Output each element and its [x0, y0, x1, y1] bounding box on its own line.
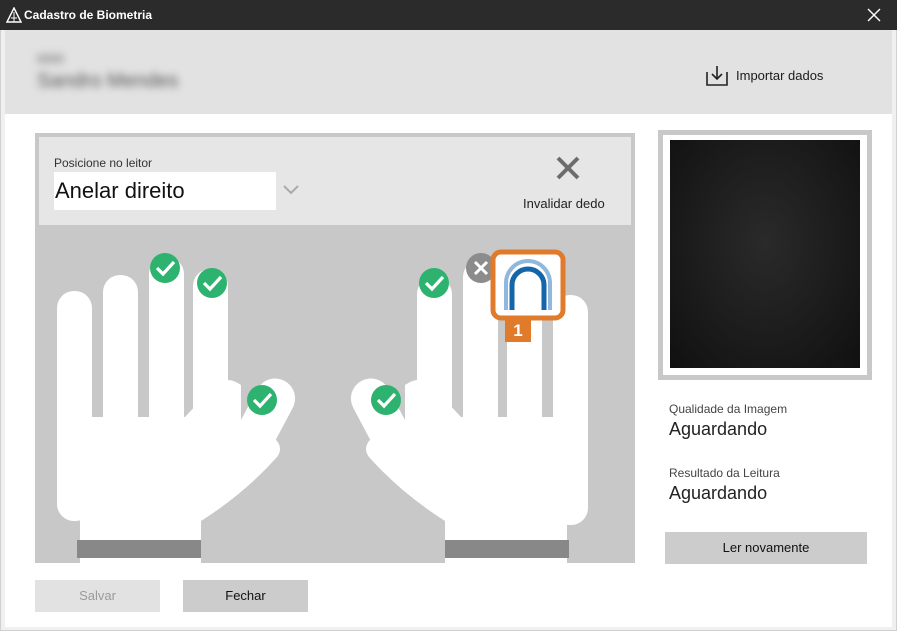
close-button[interactable]: Fechar	[183, 580, 308, 612]
reading-label: Resultado da Leitura	[669, 466, 780, 480]
quality-label: Qualidade da Imagem	[669, 402, 788, 416]
biometric-window: 0000 Sandro Mendes Importar dados Posici…	[0, 30, 897, 631]
invalidate-finger-button[interactable]: Invalidar dedo	[521, 155, 615, 211]
main-content: Posicione no leitor Anelar direito Inval…	[5, 114, 892, 627]
chevron-down-icon[interactable]	[282, 184, 300, 196]
window-title: Cadastro de Biometria	[24, 8, 153, 22]
finger-selection-bar: Posicione no leitor Anelar direito Inval…	[39, 137, 631, 225]
person-info: 0000 Sandro Mendes	[37, 52, 178, 93]
person-name: Sandro Mendes	[37, 70, 179, 92]
quality-value: Aguardando	[669, 419, 768, 439]
finger-select[interactable]: Anelar direito	[54, 172, 276, 210]
hands-panel: Posicione no leitor Anelar direito Inval…	[35, 133, 635, 563]
left-index-status-icon	[150, 253, 180, 283]
import-data-label: Importar dados	[736, 68, 824, 83]
left-middle-status-icon	[197, 268, 227, 298]
fingerprint-preview	[658, 130, 872, 380]
left-wrist-band	[77, 540, 201, 558]
close-window-button[interactable]	[851, 0, 897, 30]
fingerprint-image	[670, 140, 860, 368]
person-code: 0000	[37, 52, 64, 66]
position-caption: Posicione no leitor	[54, 156, 153, 170]
x-icon	[556, 156, 580, 180]
hands-illustration: 1	[57, 249, 588, 563]
app-logo-icon	[6, 7, 22, 23]
read-again-button[interactable]: Ler novamente	[665, 532, 867, 564]
import-icon	[706, 66, 728, 86]
reading-value: Aguardando	[669, 483, 768, 503]
left-thumb-status-icon	[247, 385, 277, 415]
right-thumb-status-icon	[371, 385, 401, 415]
close-icon	[867, 8, 881, 22]
right-ring-scanner-icon	[490, 249, 566, 342]
title-bar: Cadastro de Biometria	[0, 0, 897, 30]
person-header: 0000 Sandro Mendes Importar dados	[5, 30, 892, 114]
finger-select-value: Anelar direito	[55, 178, 185, 203]
invalidate-finger-label: Invalidar dedo	[523, 196, 605, 211]
save-button[interactable]: Salvar	[35, 580, 160, 612]
right-wrist-band	[445, 540, 569, 558]
right-index-status-icon	[419, 268, 449, 298]
current-step-number: 1	[513, 321, 522, 340]
